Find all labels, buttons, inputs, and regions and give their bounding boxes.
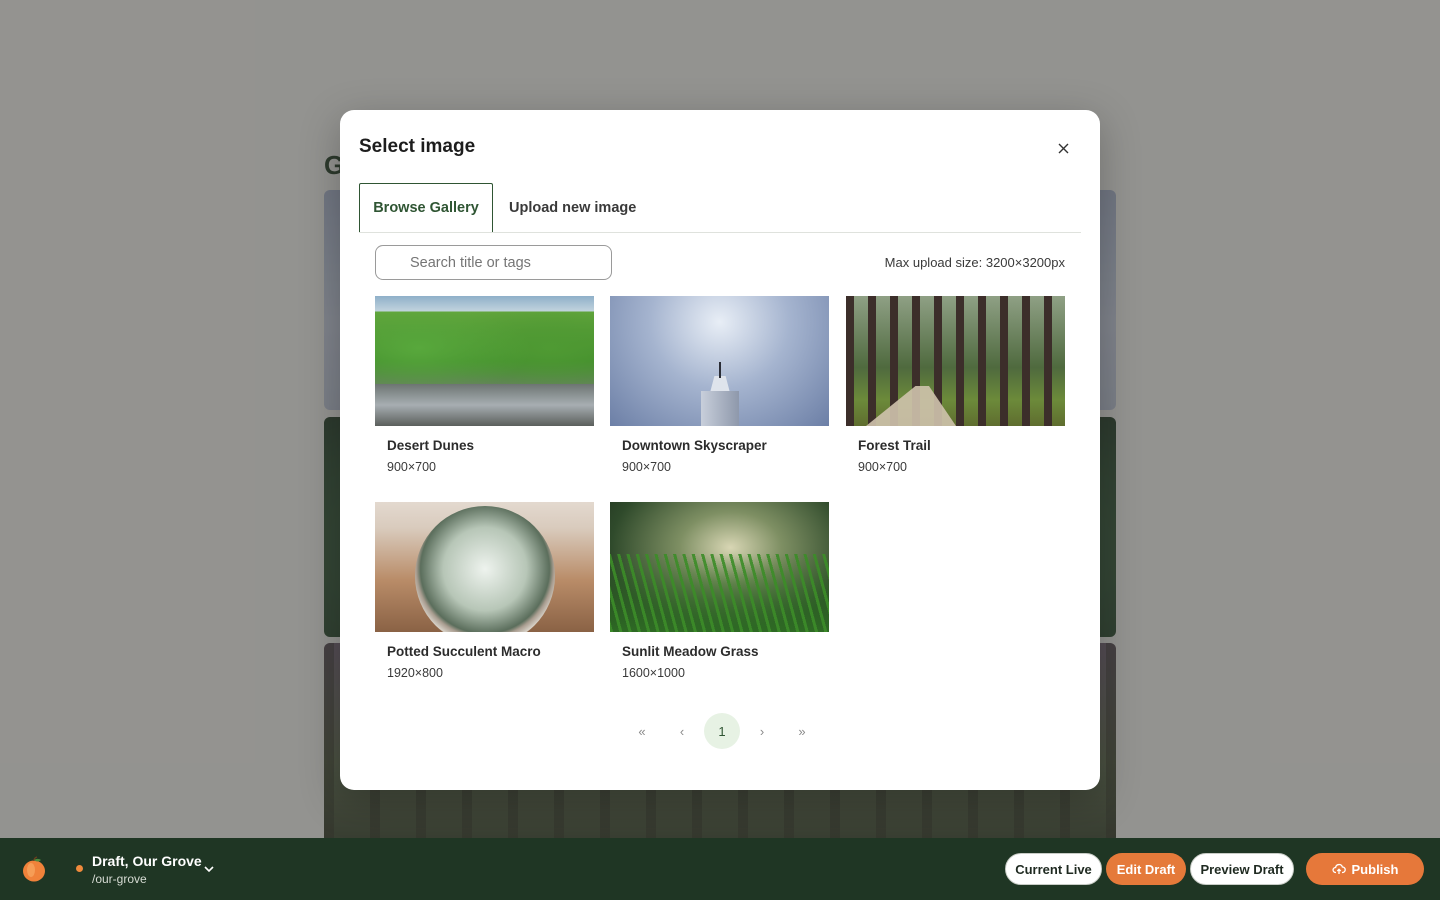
site-name: Draft, Our Grove: [92, 853, 202, 869]
site-path: /our-grove: [92, 872, 147, 886]
preview-draft-button[interactable]: Preview Draft: [1190, 853, 1294, 885]
search-input[interactable]: [375, 245, 612, 280]
image-dimensions: 900×700: [858, 460, 908, 474]
publish-button[interactable]: Publish: [1306, 853, 1424, 885]
image-dimensions: 1920×800: [387, 666, 443, 680]
image-title: Forest Trail: [858, 438, 931, 453]
previous-page-button[interactable]: ‹: [662, 713, 702, 749]
image-title: Downtown Skyscraper: [622, 438, 767, 453]
image-thumbnail: [610, 502, 829, 632]
image-title: Sunlit Meadow Grass: [622, 644, 759, 659]
bottom-toolbar: Draft, Our Grove /our-grove Current Live…: [0, 838, 1440, 900]
image-thumbnail: [846, 296, 1065, 426]
image-dimensions: 1600×1000: [622, 666, 685, 680]
image-thumbnail: [375, 502, 594, 632]
close-button[interactable]: [1049, 134, 1077, 162]
dialog-title: Select image: [359, 136, 476, 157]
image-card-potted-succulent-macro[interactable]: Potted Succulent Macro 1920×800: [375, 502, 594, 692]
image-thumbnail: [375, 296, 594, 426]
image-card-desert-dunes[interactable]: Desert Dunes 900×700: [375, 296, 594, 486]
select-image-dialog: Select image Browse Gallery Upload new i…: [340, 110, 1100, 790]
close-icon: [1058, 143, 1068, 153]
draft-status-dot: [76, 865, 83, 872]
current-live-button[interactable]: Current Live: [1005, 853, 1102, 885]
image-thumbnail: [610, 296, 829, 426]
image-dimensions: 900×700: [622, 460, 672, 474]
tab-browse-gallery[interactable]: Browse Gallery: [359, 183, 493, 232]
dialog-tabs: Browse Gallery Upload new image: [359, 183, 1081, 233]
page-1-button[interactable]: 1: [704, 713, 740, 749]
next-page-button[interactable]: ›: [742, 713, 782, 749]
publish-label: Publish: [1351, 861, 1399, 877]
cloud-upload-icon: [1331, 863, 1346, 874]
image-card-forest-trail[interactable]: Forest Trail 900×700: [846, 296, 1065, 486]
image-grid: Desert Dunes 900×700 Downtown Skyscraper…: [375, 296, 1065, 696]
edit-draft-button[interactable]: Edit Draft: [1106, 853, 1186, 885]
image-card-sunlit-meadow-grass[interactable]: Sunlit Meadow Grass 1600×1000: [610, 502, 829, 692]
image-title: Desert Dunes: [387, 438, 475, 453]
chevron-down-icon[interactable]: [202, 862, 216, 876]
pagination: « ‹ 1 › »: [622, 713, 822, 749]
last-page-button[interactable]: »: [782, 713, 822, 749]
tab-upload-new-image[interactable]: Upload new image: [509, 183, 636, 232]
image-dimensions: 900×700: [387, 460, 437, 474]
peach-logo-icon: [23, 856, 45, 882]
image-card-downtown-skyscraper[interactable]: Downtown Skyscraper 900×700: [610, 296, 829, 486]
image-title: Potted Succulent Macro: [387, 644, 541, 659]
max-upload-size-text: Max upload size: 3200×3200px: [884, 255, 1065, 270]
first-page-button[interactable]: «: [622, 713, 662, 749]
